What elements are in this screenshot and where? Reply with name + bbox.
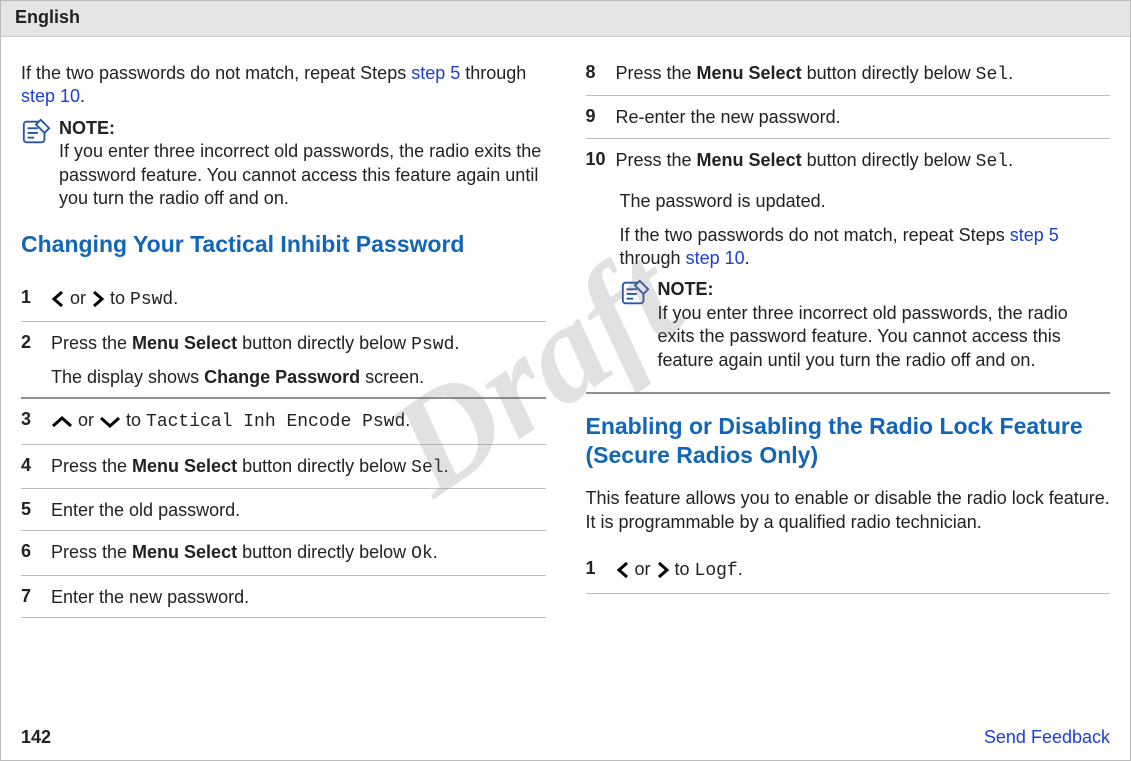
- right-chevron-icon: [91, 291, 105, 311]
- step-2: 2 Press the Menu Select button directly …: [21, 322, 546, 397]
- step-num-9: 9: [586, 106, 616, 127]
- footer: 142 Send Feedback: [1, 723, 1130, 760]
- step-b1: 1 or to Logf.: [586, 548, 1111, 592]
- left-chevron-icon: [616, 562, 630, 582]
- step-4: 4 Press the Menu Select button directly …: [21, 445, 546, 488]
- step-num-3: 3: [21, 409, 51, 430]
- note-icon: [21, 117, 53, 147]
- content-area: Draft If the two passwords do not match,…: [1, 37, 1130, 723]
- note-block-2: NOTE: If you enter three incorrect old p…: [620, 278, 1111, 372]
- left-chevron-icon: [51, 291, 65, 311]
- note-icon: [620, 278, 652, 308]
- step-num-6: 6: [21, 541, 51, 562]
- link-step-10-a[interactable]: step 10: [21, 86, 80, 106]
- note-text-2: If you enter three incorrect old passwor…: [658, 303, 1068, 370]
- step-num-5: 5: [21, 499, 51, 520]
- step-num-8: 8: [586, 62, 616, 83]
- link-step-10-b[interactable]: step 10: [686, 248, 745, 268]
- link-step-5-a[interactable]: step 5: [411, 63, 460, 83]
- step-3: 3 or to Tactical Inh Encode Pswd.: [21, 399, 546, 443]
- step-6: 6 Press the Menu Select button directly …: [21, 531, 546, 574]
- step-num-2: 2: [21, 332, 51, 353]
- page-header-lang: English: [1, 1, 1130, 37]
- step-num-1: 1: [21, 287, 51, 308]
- heading-radio-lock: Enabling or Disabling the Radio Lock Fea…: [586, 412, 1111, 470]
- step-8: 8 Press the Menu Select button directly …: [586, 62, 1111, 95]
- page-number: 142: [21, 727, 51, 748]
- step-10: 10 Press the Menu Select button directly…: [586, 139, 1111, 182]
- send-feedback-link[interactable]: Send Feedback: [984, 727, 1110, 748]
- right-chevron-icon: [656, 562, 670, 582]
- step-num-4: 4: [21, 455, 51, 476]
- step-num-b1: 1: [586, 558, 616, 579]
- step-num-7: 7: [21, 586, 51, 607]
- step-10-result-2: If the two passwords do not match, repea…: [620, 224, 1111, 271]
- step-9: 9 Re-enter the new password.: [586, 96, 1111, 137]
- step-10-result-1: The password is updated.: [620, 190, 1111, 213]
- step-1: 1 or to Pswd.: [21, 277, 546, 321]
- step-5: 5 Enter the old password.: [21, 489, 546, 530]
- step-num-10: 10: [586, 149, 616, 170]
- up-chevron-icon: [51, 413, 73, 433]
- note-block-1: NOTE: If you enter three incorrect old p…: [21, 117, 546, 211]
- link-step-5-b[interactable]: step 5: [1010, 225, 1059, 245]
- heading-changing-password: Changing Your Tactical Inhibit Password: [21, 230, 546, 259]
- radio-lock-desc: This feature allows you to enable or dis…: [586, 487, 1111, 534]
- down-chevron-icon: [99, 413, 121, 433]
- step-7: 7 Enter the new password.: [21, 576, 546, 617]
- column-left: If the two passwords do not match, repea…: [21, 62, 546, 723]
- column-right: 8 Press the Menu Select button directly …: [586, 62, 1111, 723]
- note-label-2: NOTE:: [658, 278, 1107, 301]
- note-text-1: If you enter three incorrect old passwor…: [59, 141, 541, 208]
- note-label-1: NOTE:: [59, 117, 546, 140]
- intro-paragraph: If the two passwords do not match, repea…: [21, 62, 546, 109]
